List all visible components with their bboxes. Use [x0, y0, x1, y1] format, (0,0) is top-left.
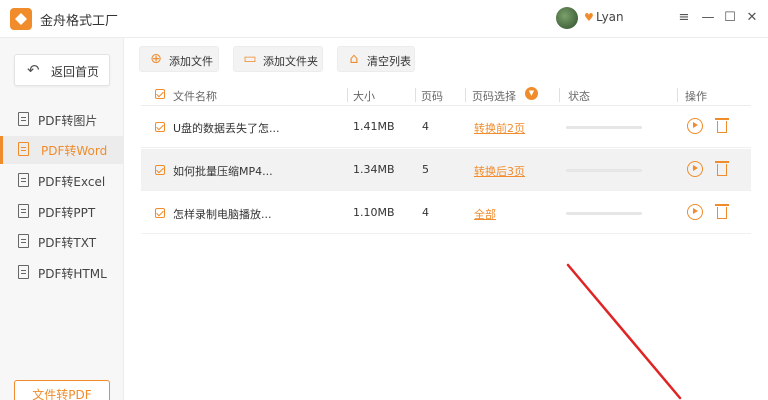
- app-title: 金舟格式工厂: [40, 14, 119, 29]
- header-page-select: 页码选择: [472, 90, 516, 103]
- avatar[interactable]: [556, 7, 578, 29]
- sidebar-item-label: PDF转Word: [41, 144, 108, 158]
- header-status: 状态: [568, 90, 590, 103]
- column-divider: [677, 88, 678, 102]
- page-count: 4: [422, 120, 429, 133]
- sidebar: ↶ 返回首页 PDF转图片 PDF转Word PDF转Excel PDF转PPT…: [0, 38, 124, 400]
- header-file-name: 文件名称: [173, 90, 217, 103]
- trash-icon[interactable]: [715, 204, 729, 220]
- sidebar-item-label: PDF转HTML: [38, 267, 107, 281]
- file-to-pdf-button[interactable]: 文件转PDF: [14, 380, 110, 400]
- document-icon: [18, 112, 29, 126]
- folder-icon: ▭: [243, 51, 257, 67]
- file-name: 如何批量压缩MP4...: [173, 165, 273, 178]
- add-folder-button[interactable]: ▭ 添加文件夹: [233, 46, 323, 72]
- sidebar-item-pdf-to-html[interactable]: PDF转HTML: [0, 259, 123, 287]
- sidebar-item-label: PDF转PPT: [38, 206, 96, 220]
- header-size: 大小: [353, 90, 375, 103]
- clear-list-label: 清空列表: [367, 55, 411, 68]
- play-icon[interactable]: [687, 161, 703, 177]
- row-checkbox[interactable]: [155, 165, 165, 175]
- select-all-checkbox[interactable]: [155, 89, 165, 99]
- app-logo-icon: [10, 8, 32, 30]
- play-icon[interactable]: [687, 118, 703, 134]
- sidebar-item-pdf-to-ppt[interactable]: PDF转PPT: [0, 198, 123, 226]
- back-home-button[interactable]: ↶ 返回首页: [14, 54, 110, 86]
- document-icon: [18, 173, 29, 187]
- return-arrow-icon: ↶: [27, 61, 40, 79]
- row-checkbox[interactable]: [155, 122, 165, 132]
- broom-icon: ⌂: [349, 51, 359, 67]
- sidebar-item-pdf-to-image[interactable]: PDF转图片: [0, 106, 123, 134]
- add-file-button[interactable]: ⊕ 添加文件: [139, 46, 219, 72]
- clear-list-button[interactable]: ⌂ 清空列表: [337, 46, 415, 72]
- document-icon: [18, 142, 29, 156]
- trash-icon[interactable]: [715, 161, 729, 177]
- sidebar-item-pdf-to-excel[interactable]: PDF转Excel: [0, 167, 123, 195]
- add-file-label: 添加文件: [169, 55, 213, 68]
- column-divider: [347, 88, 348, 102]
- table-header: 文件名称 大小 页码 页码选择 ▼ 状态 操作: [141, 84, 751, 106]
- file-name: U盘的数据丢失了怎...: [173, 122, 280, 135]
- header-actions: 操作: [685, 90, 707, 103]
- page-select-link[interactable]: 转换后3页: [474, 163, 525, 179]
- add-folder-label: 添加文件夹: [263, 55, 318, 68]
- play-icon[interactable]: [687, 204, 703, 220]
- plus-circle-icon: ⊕: [150, 51, 162, 67]
- document-icon: [18, 234, 29, 248]
- sidebar-item-pdf-to-word[interactable]: PDF转Word: [0, 136, 123, 164]
- main-panel: ⊕ 添加文件 ▭ 添加文件夹 ⌂ 清空列表 文件名称 大小 页码 页码选择 ▼ …: [125, 38, 768, 400]
- progress-bar: [566, 212, 642, 215]
- table-row[interactable]: U盘的数据丢失了怎... 1.41MB 4 转换前2页: [141, 106, 751, 148]
- title-bar: 金舟格式工厂 ♥ Lyan ≡ — ☐ ✕: [0, 0, 768, 38]
- menu-icon[interactable]: ≡: [674, 8, 694, 28]
- file-size: 1.34MB: [353, 163, 395, 176]
- user-name[interactable]: Lyan: [596, 10, 624, 24]
- file-size: 1.10MB: [353, 206, 395, 219]
- file-name: 怎样录制电脑播放...: [173, 208, 272, 221]
- heart-icon: ♥: [584, 11, 594, 24]
- file-size: 1.41MB: [353, 120, 395, 133]
- trash-icon[interactable]: [715, 118, 729, 134]
- column-divider: [465, 88, 466, 102]
- minimize-button[interactable]: —: [698, 8, 718, 28]
- page-count: 4: [422, 206, 429, 219]
- page-select-link[interactable]: 转换前2页: [474, 120, 525, 136]
- chevron-down-icon[interactable]: ▼: [525, 87, 538, 100]
- document-icon: [18, 204, 29, 218]
- header-pages: 页码: [421, 90, 443, 103]
- row-checkbox[interactable]: [155, 208, 165, 218]
- progress-bar: [566, 169, 642, 172]
- sidebar-item-label: PDF转Excel: [38, 175, 106, 189]
- column-divider: [559, 88, 560, 102]
- maximize-button[interactable]: ☐: [720, 8, 740, 28]
- column-divider: [415, 88, 416, 102]
- close-button[interactable]: ✕: [742, 8, 762, 28]
- sidebar-item-pdf-to-txt[interactable]: PDF转TXT: [0, 228, 123, 256]
- progress-bar: [566, 126, 642, 129]
- page-select-link[interactable]: 全部: [474, 206, 496, 222]
- document-icon: [18, 265, 29, 279]
- table-row[interactable]: 怎样录制电脑播放... 1.10MB 4 全部: [141, 192, 751, 234]
- page-count: 5: [422, 163, 429, 176]
- sidebar-item-label: PDF转图片: [38, 114, 98, 128]
- table-row[interactable]: 如何批量压缩MP4... 1.34MB 5 转换后3页: [141, 149, 751, 191]
- back-home-label: 返回首页: [51, 65, 100, 79]
- sidebar-item-label: PDF转TXT: [38, 236, 97, 250]
